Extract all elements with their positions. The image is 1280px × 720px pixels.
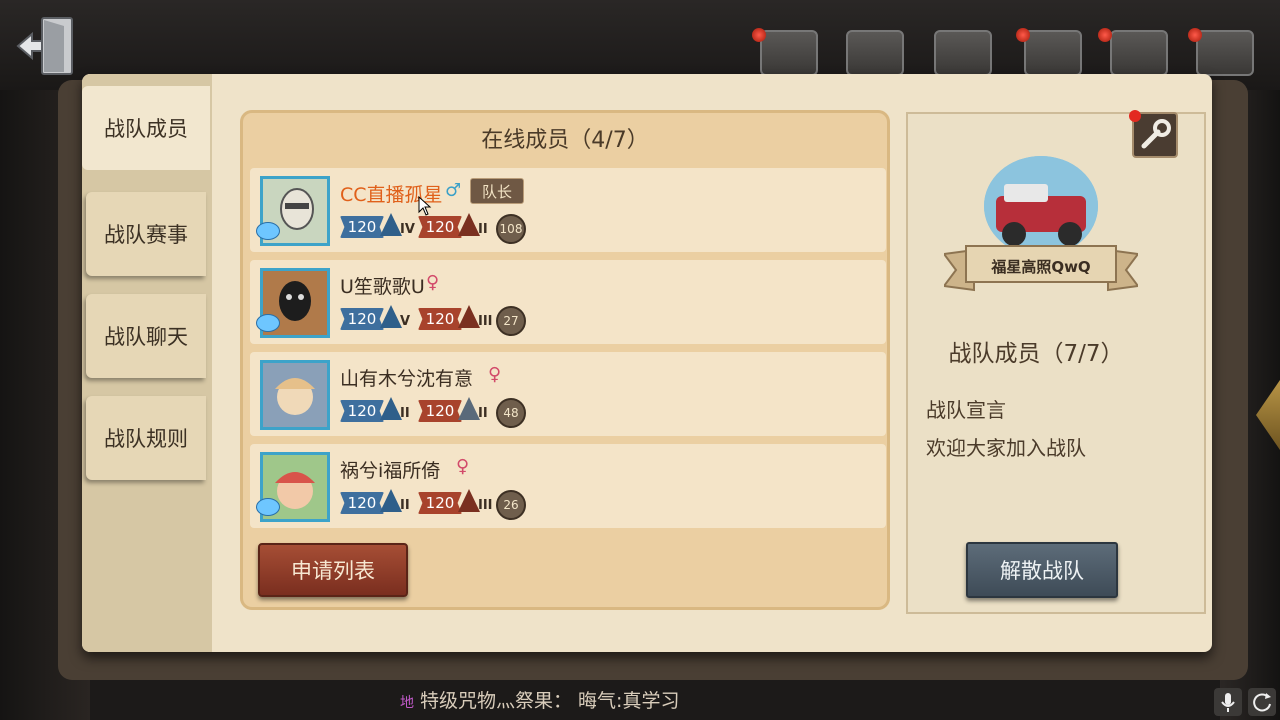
member-name: 祸兮i福所倚 (340, 460, 441, 482)
notification-dot (1129, 110, 1141, 122)
survivor-rank: 120 IV (340, 213, 415, 240)
exit-door-icon (16, 17, 73, 75)
declaration-label: 战队宣言 (926, 398, 1006, 422)
rank-tier: III (478, 314, 493, 329)
exit-button[interactable] (14, 14, 78, 80)
avatar-badge (256, 314, 280, 332)
notification-dot (1098, 28, 1112, 42)
female-icon: ♀ (488, 364, 502, 385)
level-badge: 26 (496, 490, 526, 520)
female-icon: ♀ (456, 456, 470, 477)
top-menu-icon-2[interactable] (846, 30, 904, 76)
level-badge: 108 (496, 214, 526, 244)
top-menu-icon-5[interactable] (1110, 30, 1168, 76)
hunter-rank: 120 III (418, 489, 493, 516)
apply-list-button[interactable]: 申请列表 (258, 543, 408, 597)
rank-tier: III (478, 498, 493, 513)
tab-team-members[interactable]: 战队成员 (82, 86, 210, 170)
rank-tier: II (400, 406, 410, 421)
disband-team-button[interactable]: 解散战队 (966, 542, 1118, 598)
captain-badge: 队长 (470, 178, 524, 204)
declaration-text: 欢迎大家加入战队 (926, 436, 1086, 460)
rank-tier: II (478, 222, 488, 237)
world-chat-bar[interactable]: 地特级咒物灬祭果： 晦气:真学习 (400, 686, 920, 714)
mouse-cursor-icon (418, 196, 432, 216)
refresh-icon (1253, 693, 1271, 712)
member-row[interactable]: 山有木兮沈有意 ♀ 120 II 120 II 48 (250, 352, 886, 436)
hunter-rank: 120 II (418, 213, 490, 240)
rank-tier: IV (400, 222, 415, 237)
member-name: U笙歌歌U (340, 276, 425, 298)
online-members-title: 在线成员（4/7） (481, 128, 649, 153)
notification-dot (1188, 28, 1202, 42)
survivor-rank: 120 II (340, 397, 412, 424)
top-menu-icon-4[interactable] (1024, 30, 1082, 76)
tab-label: 战队赛事 (104, 223, 188, 247)
microphone-button[interactable] (1214, 688, 1242, 716)
survivor-rank: 120 II (340, 489, 412, 516)
microphone-icon (1221, 693, 1235, 712)
avatar-badge (256, 222, 280, 240)
team-member-count: 战队成员（7/7） (948, 341, 1124, 367)
tab-team-chat[interactable]: 战队聊天 (86, 294, 206, 378)
avatar[interactable] (260, 360, 330, 430)
chat-channel-tag: 地 (400, 695, 414, 711)
male-icon: ♂ (445, 180, 462, 201)
avatar-badge (256, 498, 280, 516)
notification-dot (752, 28, 766, 42)
chat-message: 特级咒物灬祭果： 晦气:真学习 (420, 690, 680, 712)
rank-tier: V (400, 314, 411, 329)
female-icon: ♀ (426, 272, 440, 293)
rank-tier: II (400, 498, 410, 513)
level-badge: 27 (496, 306, 526, 336)
member-row[interactable]: U笙歌歌U ♀ 120 V 120 III 27 (250, 260, 886, 344)
member-name: 山有木兮沈有意 (340, 368, 474, 390)
member-row[interactable]: 祸兮i福所倚 ♀ 120 II 120 III 26 (250, 444, 886, 528)
top-menu-icon-3[interactable] (934, 30, 992, 76)
tab-team-matches[interactable]: 战队赛事 (86, 192, 206, 276)
level-badge: 48 (496, 398, 526, 428)
rank-tier: II (478, 406, 488, 421)
tab-label: 战队成员 (104, 117, 188, 141)
tab-team-rules[interactable]: 战队规则 (86, 396, 206, 480)
survivor-rank: 120 V (340, 305, 412, 332)
refresh-button[interactable] (1248, 688, 1276, 716)
wrench-icon (1141, 119, 1171, 149)
hunter-rank: 120 III (418, 305, 493, 332)
top-menu-icon-1[interactable] (760, 30, 818, 76)
hunter-rank: 120 II (418, 397, 490, 424)
notification-dot (1016, 28, 1030, 42)
member-row[interactable]: CC直播孤星 ♂ 队长 120 IV 120 II 108 (250, 168, 886, 252)
avatar-portrait (263, 363, 327, 427)
tab-label: 战队聊天 (104, 325, 188, 349)
team-name: 福星高照QwQ (991, 258, 1091, 276)
top-menu-icon-6[interactable] (1196, 30, 1254, 76)
tab-label: 战队规则 (104, 427, 188, 451)
